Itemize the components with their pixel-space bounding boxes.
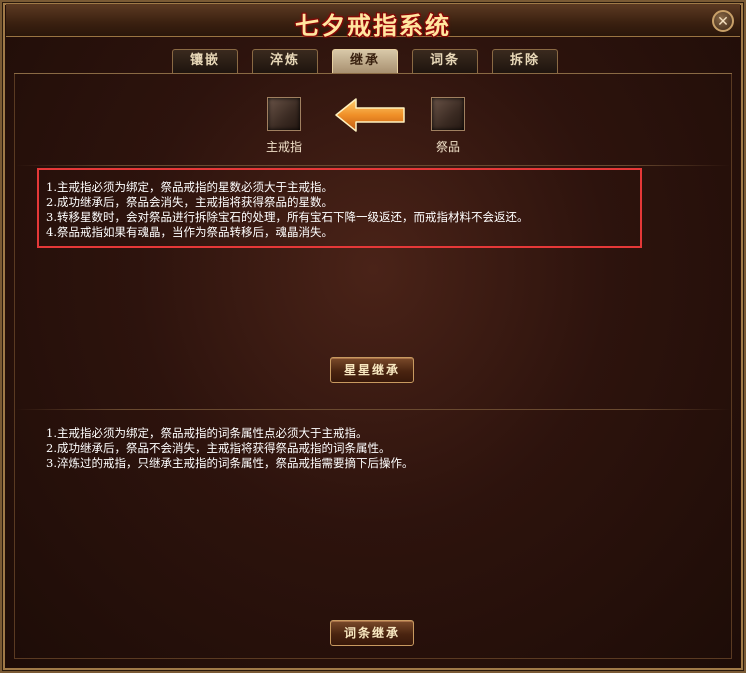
main-ring-slot[interactable]	[267, 97, 301, 131]
tab-inherit[interactable]: 继承	[332, 49, 398, 73]
tab-remove[interactable]: 拆除	[492, 49, 558, 73]
affix-rule-3: 3.淬炼过的戒指，只继承主戒指的词条属性，祭品戒指需要摘下后操作。	[46, 456, 414, 470]
affix-rules: 1.主戒指必须为绑定，祭品戒指的词条属性点必须大于主戒指。 2.成功继承后，祭品…	[46, 426, 413, 471]
ring-system-window: 七夕戒指系统 ✕ 镶嵌 淬炼 继承 词条 拆除 主戒指 祭品 1.主戒指必须为绑…	[0, 0, 746, 673]
star-rule-4: 4.祭品戒指如果有魂晶，当作为祭品转移后，魂晶消失。	[46, 225, 333, 239]
tab-inlay[interactable]: 镶嵌	[172, 49, 238, 73]
title-bar: 七夕戒指系统 ✕	[6, 4, 740, 40]
affix-rule-2: 2.成功继承后，祭品不会消失，主戒指将获得祭品戒指的词条属性。	[46, 441, 391, 455]
section-divider	[15, 165, 731, 166]
main-ring-label: 主戒指	[265, 140, 302, 154]
star-inherit-button[interactable]: 星星继承	[330, 357, 414, 383]
star-rules: 1.主戒指必须为绑定，祭品戒指的星数必须大于主戒指。 2.成功继承后，祭品会消失…	[46, 180, 528, 240]
sacrifice-ring-slot[interactable]	[431, 97, 465, 131]
tab-bar: 镶嵌 淬炼 继承 词条 拆除	[2, 49, 744, 73]
close-icon[interactable]: ✕	[712, 10, 734, 32]
arrow-left-icon	[335, 98, 405, 132]
tab-affix[interactable]: 词条	[412, 49, 478, 73]
star-rule-2: 2.成功继承后，祭品会消失，主戒指将获得祭品的星数。	[46, 195, 333, 209]
affix-rule-1: 1.主戒指必须为绑定，祭品戒指的词条属性点必须大于主戒指。	[46, 426, 368, 440]
star-rule-1: 1.主戒指必须为绑定，祭品戒指的星数必须大于主戒指。	[46, 180, 333, 194]
section-divider	[15, 409, 731, 410]
affix-inherit-button[interactable]: 词条继承	[330, 620, 414, 646]
tab-refine[interactable]: 淬炼	[252, 49, 318, 73]
star-rule-3: 3.转移星数时，会对祭品进行拆除宝石的处理，所有宝石下降一级返还，而戒指材料不会…	[46, 210, 529, 224]
window-title: 七夕戒指系统	[295, 11, 451, 40]
sacrifice-ring-label: 祭品	[435, 140, 460, 154]
